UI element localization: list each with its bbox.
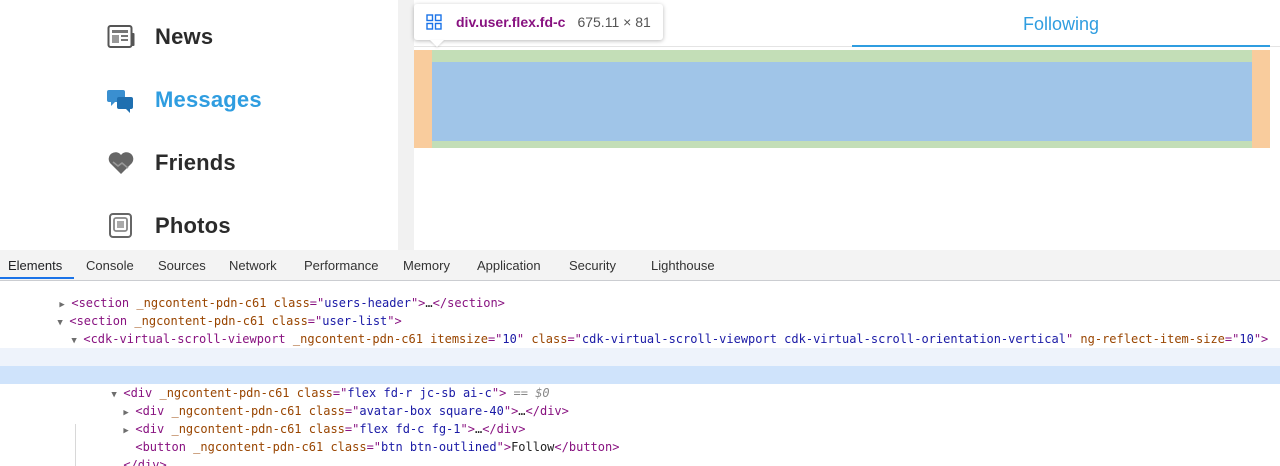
highlight-selector: div.user.flex.fd-c — [456, 14, 566, 30]
devtools-tabbar: Elements Console Sources Network Perform… — [0, 250, 1280, 281]
chat-bubbles-icon — [106, 85, 136, 115]
tab-performance[interactable]: Performance — [304, 250, 378, 281]
photos-icon — [106, 211, 136, 241]
newspaper-icon — [106, 22, 136, 52]
tab-lighthouse[interactable]: Lighthouse — [651, 250, 715, 281]
dom-token: </div> — [123, 458, 167, 466]
dom-node-line[interactable]: <button _ngcontent-pdn-c61 class="btn bt… — [0, 420, 1280, 454]
tab-following[interactable]: Following — [852, 0, 1270, 48]
tab-security[interactable]: Security — [569, 250, 616, 281]
sidebar: News Messages Friends Photos — [0, 0, 398, 250]
grid-icon — [426, 14, 442, 30]
dom-tree: ▶ <section _ngcontent-pdn-c61 class="user… — [0, 282, 1280, 466]
dom-node-line[interactable]: ▼ <section _ngcontent-pdn-c61 class="user… — [0, 294, 1280, 328]
app-viewport: News Messages Friends Photos Following d… — [0, 0, 1280, 250]
main-content: Following div.user.flex.fd-c 675.11 × 81 — [414, 0, 1280, 250]
dom-node-line[interactable]: ▶ <div _ngcontent-pdn-c61 class="flex fd-… — [0, 402, 1280, 436]
dom-node-line[interactable]: ▶ <section _ngcontent-pdn-c61 class="user… — [0, 282, 1280, 310]
sidebar-item-label: Photos — [155, 213, 231, 238]
tab-application[interactable]: Application — [477, 250, 541, 281]
tooltip-arrow — [430, 40, 444, 47]
sidebar-item-label: Friends — [155, 150, 236, 175]
sidebar-item-photos[interactable]: Photos — [106, 206, 231, 246]
dom-node-line[interactable]: ▶ <div _ngcontent-pdn-c61 class="avatar-b… — [0, 384, 1280, 418]
indent-guide — [75, 424, 76, 466]
devtools-active-tab-indicator — [0, 277, 74, 279]
dom-node-line[interactable]: ▼<div class="cdk-virtual-scroll-content-… — [0, 330, 1280, 364]
tab-sources[interactable]: Sources — [158, 250, 206, 281]
dom-node-line[interactable]: ▼ <cdk-virtual-scroll-viewport _ngcontent… — [0, 312, 1280, 346]
tab-network[interactable]: Network — [229, 250, 277, 281]
sidebar-item-friends[interactable]: Friends — [106, 143, 236, 183]
sidebar-divider — [398, 0, 414, 250]
tab-console[interactable]: Console — [86, 250, 134, 281]
sidebar-item-label: News — [155, 24, 214, 49]
sidebar-item-news[interactable]: News — [106, 17, 213, 57]
tab-active-indicator — [852, 45, 1270, 47]
tab-memory[interactable]: Memory — [403, 250, 450, 281]
highlight-content-box — [432, 62, 1252, 141]
element-highlight-tooltip: div.user.flex.fd-c 675.11 × 81 — [414, 4, 663, 40]
sidebar-item-messages[interactable]: Messages — [106, 80, 262, 120]
heart-hands-icon — [106, 148, 136, 178]
sidebar-item-label: Messages — [155, 87, 262, 112]
devtools-panel: Elements Console Sources Network Perform… — [0, 250, 1280, 466]
highlight-size: 675.11 × 81 — [577, 14, 651, 30]
dom-node-line[interactable]: </div> — [0, 438, 1280, 466]
dom-node-line-hovered[interactable]: ▼<div _ngcontent-pdn-c61 class="user fle… — [0, 348, 1280, 382]
dom-node-line-selected[interactable]: ▼ <div _ngcontent-pdn-c61 class="flex fd-… — [0, 366, 1280, 400]
